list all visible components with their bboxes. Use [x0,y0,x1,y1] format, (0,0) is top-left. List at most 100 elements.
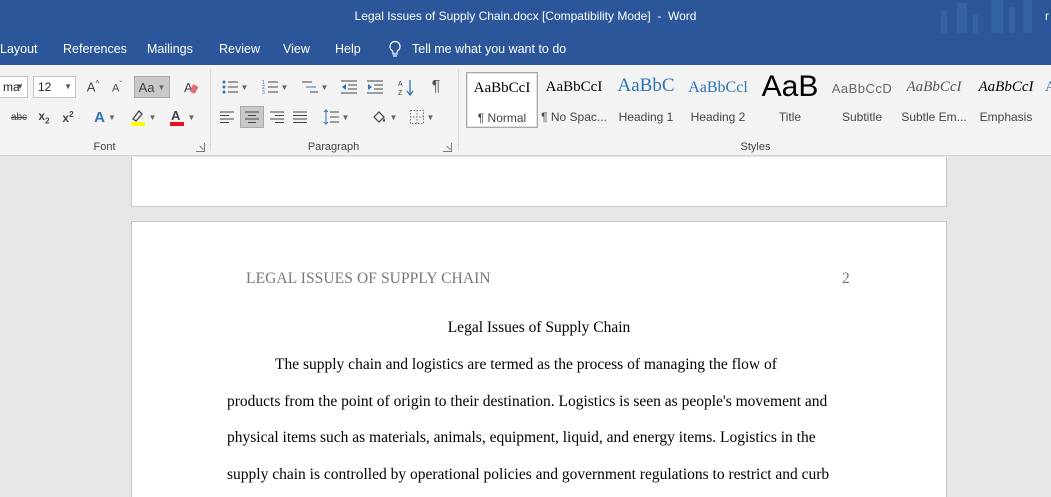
svg-text:A: A [398,81,403,88]
increase-indent-button[interactable] [364,76,386,98]
style-subtle-emphasis[interactable]: AaBbCcI Subtle Em... [898,72,970,128]
grow-font-button[interactable]: A^ [82,76,104,98]
style-name: Heading 1 [618,110,674,124]
style-name: Subtle Em... [901,110,967,124]
text-effects-button[interactable]: A ▼ [88,106,122,128]
document-canvas[interactable]: LEGAL ISSUES OF SUPPLY CHAIN 2 Legal Iss… [0,157,1051,497]
style-name: ¶ No Spac... [541,110,607,124]
body-line: supply chain is controlled by operationa… [227,466,830,483]
numbering-button[interactable]: 1 2 3 ▼ [257,76,293,98]
align-left-button[interactable] [216,106,238,128]
numbering-icon: 1 2 3 [262,80,278,94]
line-spacing-button[interactable]: ▼ [318,106,354,128]
paint-bucket-icon [372,111,385,123]
align-center-button[interactable] [240,106,264,128]
font-group-label: Font [93,141,116,153]
paragraph-group: ▼ 1 2 3 ▼ ▼ A Z ¶ ▼ ▼ ▼ Paragraph [211,65,456,156]
style-preview: AaB [761,70,819,103]
subscript-icon: x2 [38,108,50,126]
font-color-button[interactable]: A ▼ [163,106,201,128]
style-emphasis[interactable]: AaBbCcI Emphasis [970,72,1042,128]
change-case-label: Aa [138,79,155,95]
grow-font-icon: A^ [86,79,100,95]
line-spacing-icon [323,109,339,125]
justify-button[interactable] [289,106,311,128]
font-dialog-launcher-icon[interactable] [196,143,205,152]
sort-icon: A Z [398,80,414,96]
tab-mailings[interactable]: Mailings [147,42,193,56]
style-name: Subtitle [841,110,883,124]
document-page[interactable]: LEGAL ISSUES OF SUPPLY CHAIN 2 Legal Iss… [131,221,947,497]
title-bar-decoration [911,0,1051,33]
pilcrow-icon: ¶ [431,78,441,95]
style-heading-1[interactable]: AaBbC Heading 1 [610,72,682,128]
highlight-color-button[interactable]: ▼ [124,106,162,128]
styles-group-label: Styles [740,141,771,153]
font-size-box[interactable]: 12 ▼ [33,76,76,98]
style-name: Title [778,110,802,124]
tab-references[interactable]: References [63,42,127,56]
highlighter-icon [130,110,145,126]
shrink-font-icon: Aˇ [111,79,122,95]
user-account[interactable]: r [1045,9,1049,23]
body-line: products from the point of origin to the… [227,393,828,410]
style-no-spacing[interactable]: AaBbCcI ¶ No Spac... [538,72,610,128]
style-gallery-overflow: A [1045,79,1051,95]
style-title[interactable]: AaB Title [754,70,826,128]
font-color-icon: A [169,108,184,126]
page-number: 2 [842,270,850,287]
shading-button[interactable]: ▼ [366,106,402,128]
style-name: ¶ Normal [477,111,527,125]
style-preview: AaBbC [617,75,675,96]
style-subtitle[interactable]: AaBbCcD Subtitle [826,72,898,128]
menu-bar: Layout References Mailings Review View H… [0,33,1051,65]
chevron-down-icon: ▼ [64,82,72,91]
sort-button[interactable]: A Z [395,76,417,98]
justify-icon [293,111,307,123]
multilevel-list-button[interactable]: ▼ [297,76,333,98]
paragraph-dialog-launcher-icon[interactable] [443,143,452,152]
paragraph-group-label: Paragraph [307,141,360,153]
decrease-indent-button[interactable] [338,76,360,98]
style-normal[interactable]: AaBbCcI ¶ Normal [466,72,538,128]
style-preview: AaBbCcI [473,80,531,96]
clear-formatting-icon: A [184,80,199,95]
superscript-button[interactable]: x2 [57,106,79,128]
change-case-button[interactable]: Aa ▼ [134,76,170,98]
multilevel-list-icon [301,81,318,93]
clear-formatting-button[interactable]: A [180,76,202,98]
strikethrough-button[interactable]: abc [8,106,30,128]
align-right-button[interactable] [266,106,288,128]
shrink-font-button[interactable]: Aˇ [106,76,128,98]
svg-text:A: A [171,108,181,123]
style-heading-2[interactable]: AaBbCcl Heading 2 [682,72,754,128]
strikethrough-icon: abc [10,111,28,123]
style-preview: AaBbCcl [688,79,748,96]
borders-button[interactable]: ▼ [404,106,440,128]
tell-me-search[interactable]: Tell me what you want to do [388,39,566,59]
styles-group: AaBbCcI ¶ Normal AaBbCcI ¶ No Spac... Aa… [460,65,1051,156]
subscript-button[interactable]: x2 [33,106,55,128]
font-name-box[interactable]: ma ▼ [0,76,28,98]
style-preview: AaBbCcI [978,79,1034,95]
bullets-button[interactable]: ▼ [217,76,253,98]
align-right-icon [270,111,284,123]
group-divider [458,69,459,151]
decrease-indent-icon [341,80,357,94]
tab-help[interactable]: Help [335,42,361,56]
tab-view[interactable]: View [283,42,310,56]
superscript-icon: x2 [62,109,74,125]
increase-indent-icon [367,80,383,94]
body-line: physical items such as materials, animal… [227,429,816,446]
style-name: Emphasis [979,110,1033,124]
borders-icon [409,110,424,124]
lightbulb-icon [389,40,401,57]
window-title: Legal Issues of Supply Chain.docx [Compa… [354,9,697,23]
tab-layout[interactable]: Layout [0,42,38,56]
ribbon: ma ▼ 12 ▼ A^ Aˇ Aa ▼ A abc x2 x2 A ▼ ▼ A… [0,65,1051,156]
tell-me-label: Tell me what you want to do [412,42,567,56]
previous-page [131,157,947,207]
show-formatting-marks-button[interactable]: ¶ [425,76,447,98]
running-head: LEGAL ISSUES OF SUPPLY CHAIN [246,270,491,287]
tab-review[interactable]: Review [219,42,260,56]
